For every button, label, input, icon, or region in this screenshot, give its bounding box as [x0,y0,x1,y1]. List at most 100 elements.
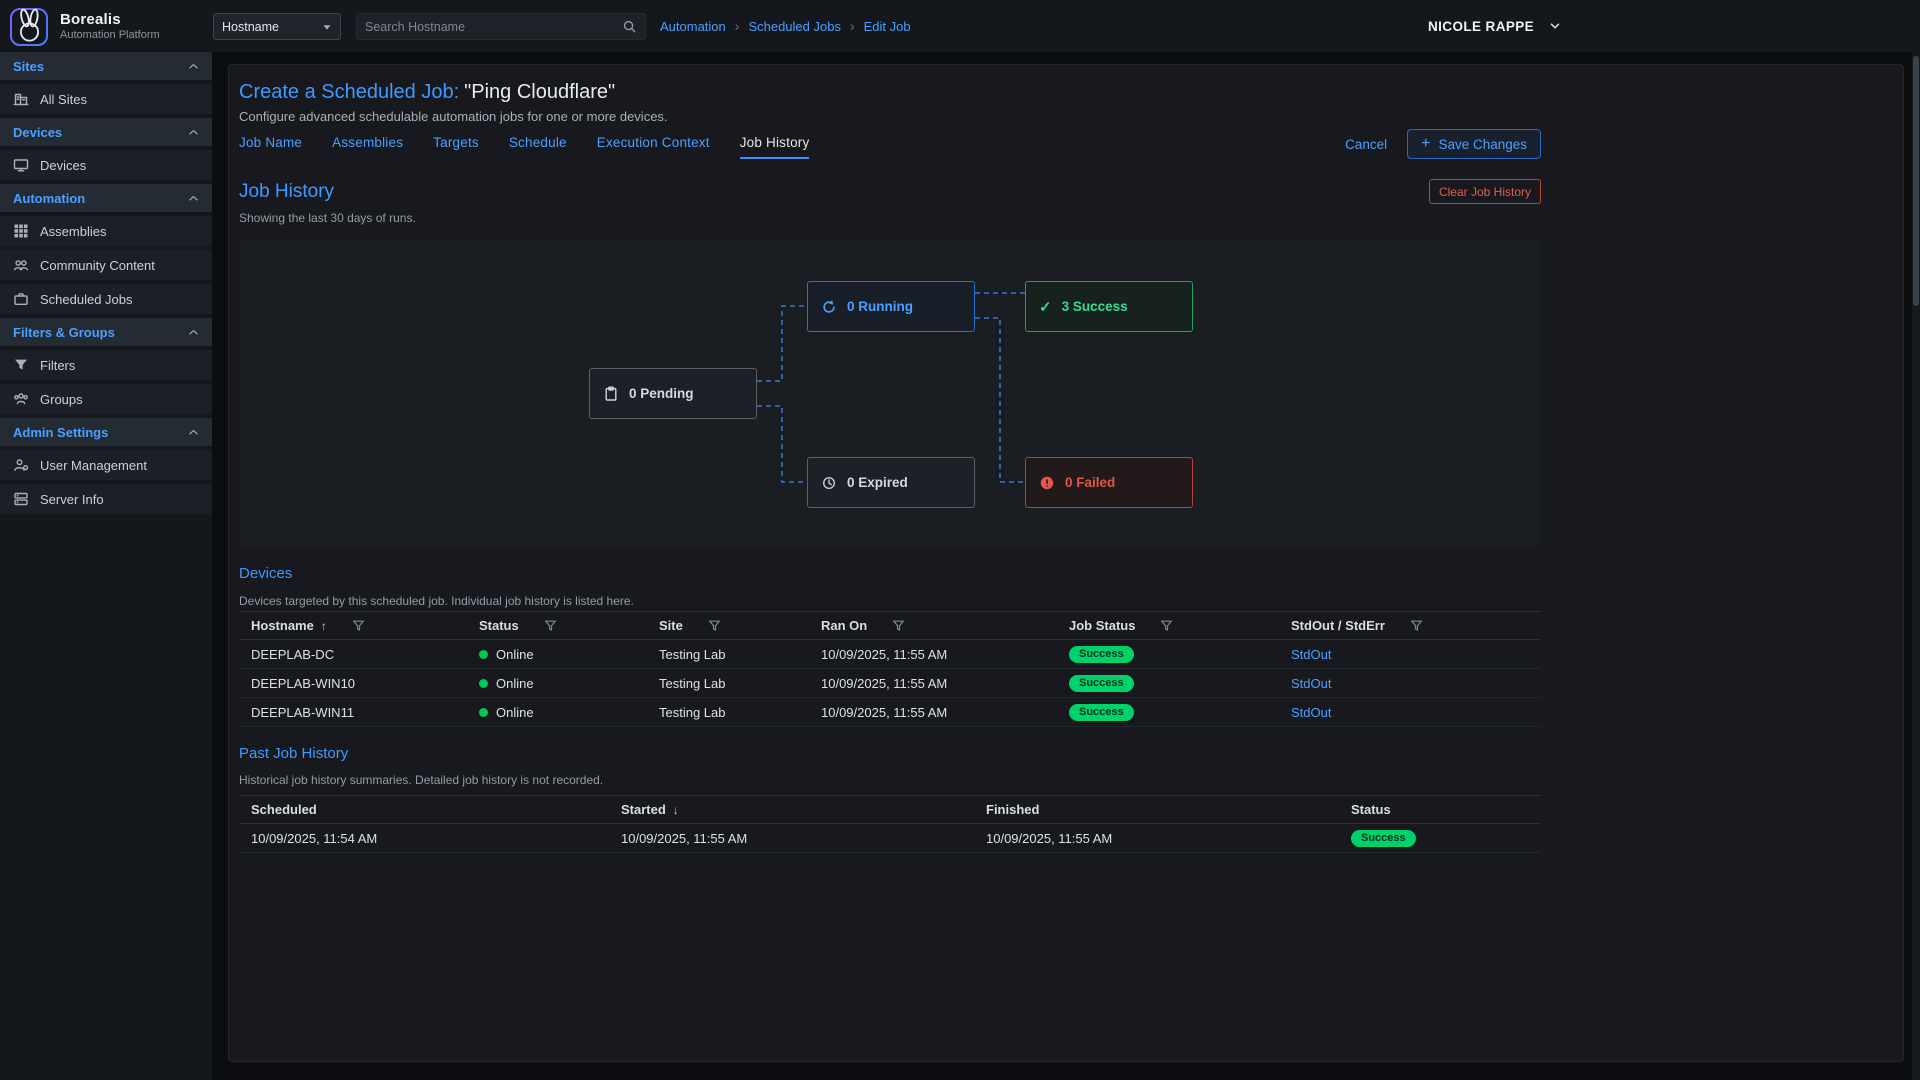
column-header-site[interactable]: Site [647,612,809,640]
scrollbar-track[interactable] [1912,0,1920,1080]
brand-text: Borealis Automation Platform [60,11,160,41]
column-header-scheduled[interactable]: Scheduled [239,796,609,824]
cell-scheduled: 10/09/2025, 11:54 AM [239,824,609,853]
column-header-hostname[interactable]: Hostname↑ [239,612,467,640]
sidebar: Sites All Sites Devices Devices Automati… [0,52,212,1080]
online-dot-icon [479,708,488,717]
cell-hostname: DEEPLAB-WIN11 [239,698,467,727]
filter-icon[interactable] [892,619,905,632]
search-icon [622,19,637,34]
table-row[interactable]: DEEPLAB-DC Online Testing Lab 10/09/2025… [239,640,1541,669]
filter-icon[interactable] [1410,619,1423,632]
flow-box-expired: 0 Expired [807,457,975,508]
flow-box-failed: 0 Failed [1025,457,1193,508]
sidebar-header-devices[interactable]: Devices [0,118,212,146]
clear-job-history-button[interactable]: Clear Job History [1429,179,1541,204]
past-job-history-subtitle: Historical job history summaries. Detail… [239,773,603,787]
chevron-up-icon[interactable] [187,326,200,339]
sidebar-item-label: All Sites [40,92,87,107]
tab-schedule[interactable]: Schedule [509,135,567,159]
cell-status: Online [467,698,647,727]
cell-status: Success [1339,824,1541,853]
column-header-status[interactable]: Status [467,612,647,640]
tab-assemblies[interactable]: Assemblies [332,135,403,159]
user-name: NICOLE RAPPE [1428,19,1534,34]
tab-actions: Cancel + Save Changes [1345,129,1541,159]
tab-job-name[interactable]: Job Name [239,135,302,159]
brand: Borealis Automation Platform [0,0,212,52]
refresh-icon [821,299,837,315]
scrollbar-thumb[interactable] [1913,56,1919,306]
save-changes-button[interactable]: + Save Changes [1407,129,1541,159]
hostname-select[interactable]: Hostname [213,13,341,40]
column-header-stdout[interactable]: StdOut / StdErr [1279,612,1541,640]
sidebar-header-sites[interactable]: Sites [0,52,212,80]
chevron-up-icon[interactable] [187,60,200,73]
sidebar-item-scheduled-jobs[interactable]: Scheduled Jobs [0,284,212,314]
sidebar-header-admin-settings[interactable]: Admin Settings [0,418,212,446]
sidebar-item-groups[interactable]: Groups [0,384,212,414]
sidebar-header-filters-groups[interactable]: Filters & Groups [0,318,212,346]
sidebar-item-filters[interactable]: Filters [0,350,212,380]
stdout-link[interactable]: StdOut [1291,647,1331,662]
sort-desc-icon: ↓ [673,803,679,817]
tab-targets[interactable]: Targets [433,135,479,159]
column-header-started[interactable]: Started↓ [609,796,974,824]
hostname-select-value: Hostname [222,20,279,34]
flow-box-pending: 0 Pending [589,368,757,419]
stdout-link[interactable]: StdOut [1291,676,1331,691]
column-label: Site [659,618,683,633]
chevron-up-icon[interactable] [187,192,200,205]
briefcase-icon [13,291,29,307]
sidebar-item-server-info[interactable]: Server Info [0,484,212,514]
user-gear-icon [13,457,29,473]
breadcrumb-scheduled-jobs[interactable]: Scheduled Jobs [748,19,841,34]
sidebar-item-devices[interactable]: Devices [0,150,212,180]
plus-icon: + [1421,136,1430,152]
past-job-history-heading: Past Job History [239,745,348,762]
devices-header-row: Hostname↑ Status Site Ran On Job Status … [239,612,1541,640]
chevron-up-icon[interactable] [187,426,200,439]
cell-stdout: StdOut [1279,698,1541,727]
column-header-status[interactable]: Status [1339,796,1541,824]
flow-box-running: 0 Running [807,281,975,332]
cancel-button[interactable]: Cancel [1345,137,1387,152]
sidebar-item-assemblies[interactable]: Assemblies [0,216,212,246]
sidebar-item-all-sites[interactable]: All Sites [0,84,212,114]
breadcrumb-automation[interactable]: Automation [660,19,726,34]
server-icon [13,491,29,507]
filter-icon[interactable] [708,619,721,632]
chevron-up-icon[interactable] [187,126,200,139]
search-input[interactable] [365,20,616,34]
tab-execution-context[interactable]: Execution Context [597,135,710,159]
column-header-finished[interactable]: Finished [974,796,1339,824]
cell-ran-on: 10/09/2025, 11:55 AM [809,698,1057,727]
stdout-link[interactable]: StdOut [1291,705,1331,720]
building-icon [13,91,29,107]
sidebar-item-user-management[interactable]: User Management [0,450,212,480]
content: Create a Scheduled Job:"Ping Cloudflare"… [239,65,1541,1061]
column-header-job-status[interactable]: Job Status [1057,612,1279,640]
cell-site: Testing Lab [647,640,809,669]
sidebar-item-community-content[interactable]: Community Content [0,250,212,280]
filter-icon[interactable] [352,619,365,632]
cell-ran-on: 10/09/2025, 11:55 AM [809,669,1057,698]
user-menu[interactable]: NICOLE RAPPE [1428,0,1562,52]
brand-subtitle: Automation Platform [60,29,160,41]
tab-job-history[interactable]: Job History [740,135,810,159]
breadcrumb-edit-job[interactable]: Edit Job [864,19,911,34]
search-hostname-box[interactable] [356,13,646,40]
cell-started: 10/09/2025, 11:55 AM [609,824,974,853]
table-row[interactable]: DEEPLAB-WIN11 Online Testing Lab 10/09/2… [239,698,1541,727]
filter-icon[interactable] [1160,619,1173,632]
page-title: Create a Scheduled Job:"Ping Cloudflare" [239,81,615,104]
table-row[interactable]: 10/09/2025, 11:54 AM 10/09/2025, 11:55 A… [239,824,1541,853]
filter-icon[interactable] [544,619,557,632]
sidebar-item-label: User Management [40,458,147,473]
column-label: Status [479,618,519,633]
section-label: Filters & Groups [13,325,115,340]
sidebar-header-automation[interactable]: Automation [0,184,212,212]
table-row[interactable]: DEEPLAB-WIN10 Online Testing Lab 10/09/2… [239,669,1541,698]
column-header-ran-on[interactable]: Ran On [809,612,1057,640]
page-subtitle: Configure advanced schedulable automatio… [239,109,668,124]
